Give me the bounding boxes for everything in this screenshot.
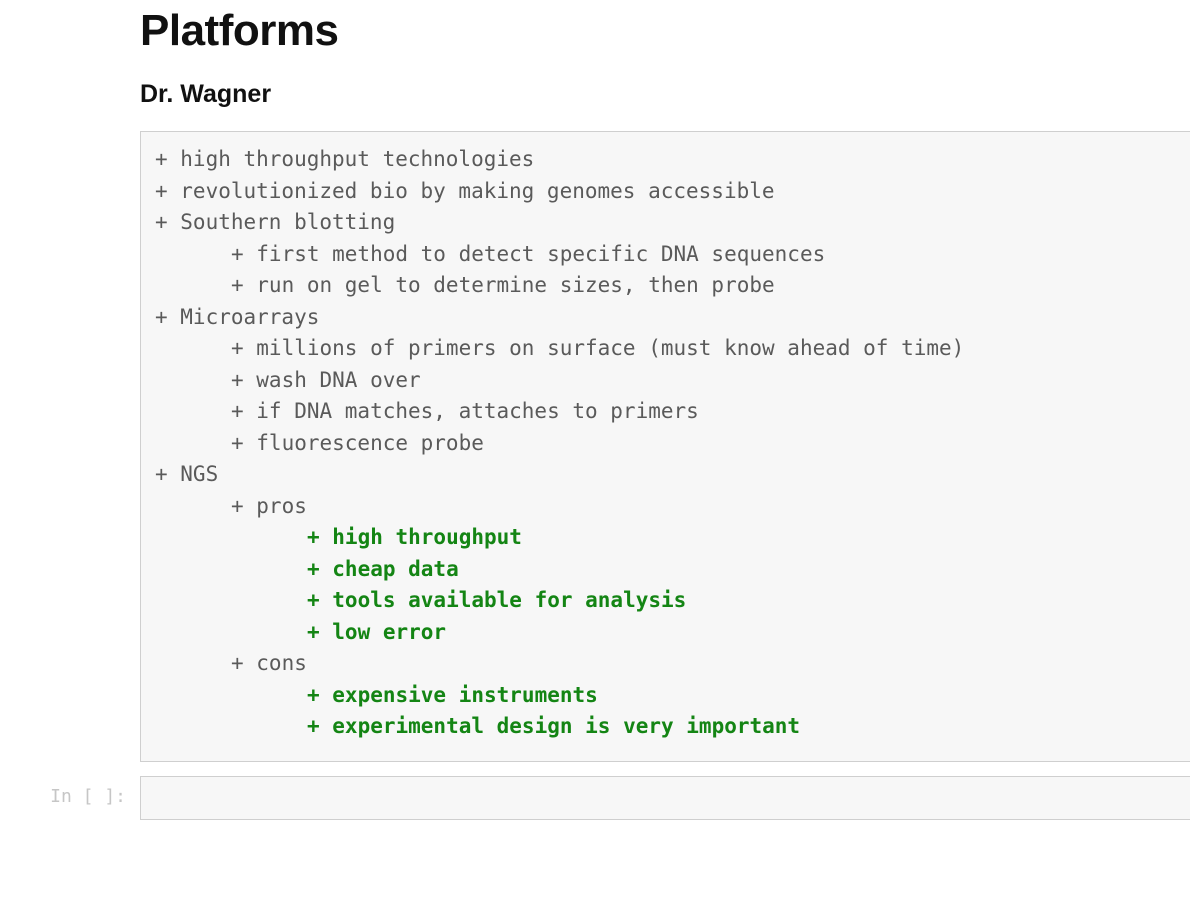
page-subtitle: Dr. Wagner: [140, 80, 1190, 109]
code-line: + high throughput: [155, 522, 1176, 554]
code-line: + expensive instruments: [155, 680, 1176, 712]
code-line: + low error: [155, 617, 1176, 649]
code-line: + NGS: [155, 459, 1176, 491]
code-line: + Microarrays: [155, 302, 1176, 334]
code-line: + high throughput technologies: [155, 144, 1176, 176]
input-prompt: In [ ]:: [0, 776, 140, 807]
code-line: + cons: [155, 648, 1176, 680]
code-line: + run on gel to determine sizes, then pr…: [155, 270, 1176, 302]
code-line: + Southern blotting: [155, 207, 1176, 239]
page-title: Platforms: [140, 6, 1190, 56]
code-cell: In [ ]:: [0, 776, 1190, 820]
raw-code-block: + high throughput technologies+ revoluti…: [140, 131, 1190, 762]
markdown-cell: Platforms Dr. Wagner + high throughput t…: [140, 0, 1190, 762]
code-input[interactable]: [140, 776, 1190, 820]
code-line: + experimental design is very important: [155, 711, 1176, 743]
code-line: + pros: [155, 491, 1176, 523]
code-line: + fluorescence probe: [155, 428, 1176, 460]
code-line: + wash DNA over: [155, 365, 1176, 397]
code-line: + millions of primers on surface (must k…: [155, 333, 1176, 365]
code-line: + if DNA matches, attaches to primers: [155, 396, 1176, 428]
code-line: + cheap data: [155, 554, 1176, 586]
code-line: + tools available for analysis: [155, 585, 1176, 617]
notebook-page: Platforms Dr. Wagner + high throughput t…: [0, 0, 1190, 908]
code-line: + first method to detect specific DNA se…: [155, 239, 1176, 271]
code-line: + revolutionized bio by making genomes a…: [155, 176, 1176, 208]
